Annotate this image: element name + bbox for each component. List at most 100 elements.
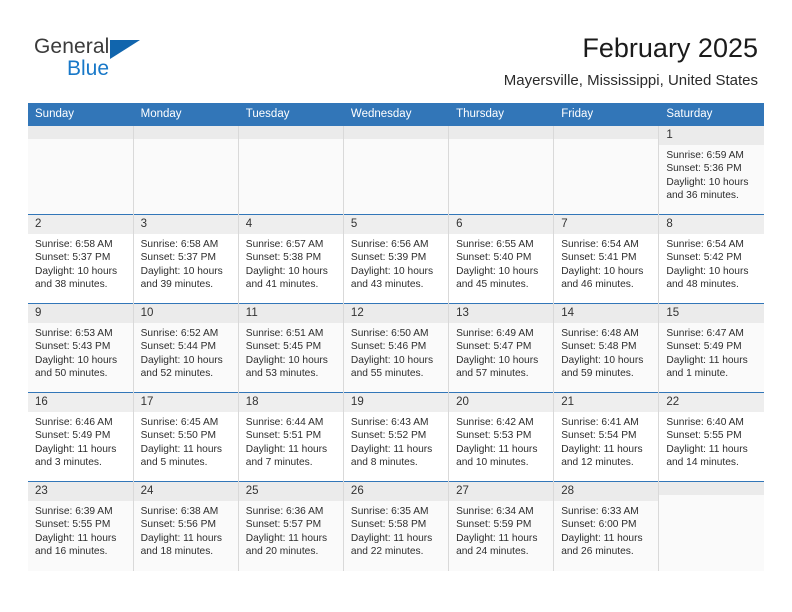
day-info-line: Sunrise: 6:54 AM bbox=[666, 239, 744, 250]
calendar-day-cell[interactable]: 18 Sunrise: 6:44 AM Sunset: 5:51 PM Dayligh… bbox=[238, 392, 344, 482]
day-info-line: Daylight: 11 hours bbox=[456, 443, 538, 455]
day-info-line: and 22 minutes. bbox=[350, 546, 424, 558]
day-info-line: and 8 minutes. bbox=[350, 457, 418, 469]
calendar-day-cell[interactable]: 25 Sunrise: 6:36 AM Sunset: 5:57 PM Dayligh… bbox=[238, 481, 344, 571]
day-sun-info: Sunrise: 6:48 AM Sunset: 5:48 PM Daylight:… bbox=[554, 323, 658, 381]
day-number bbox=[133, 126, 238, 139]
day-info-line: Sunrise: 6:46 AM bbox=[35, 417, 113, 428]
calendar-day-cell[interactable]: 27 Sunrise: 6:34 AM Sunset: 5:59 PM Dayligh… bbox=[448, 481, 555, 571]
calendar-day-cell[interactable]: 6 Sunrise: 6:55 AM Sunset: 5:40 PM Daylight… bbox=[448, 214, 555, 304]
calendar-day-cell[interactable]: 10 Sunrise: 6:52 AM Sunset: 5:44 PM Dayligh… bbox=[133, 303, 239, 393]
calendar-day-cell-empty bbox=[133, 125, 239, 215]
day-info-line: Sunrise: 6:35 AM bbox=[350, 506, 429, 517]
calendar-day-cell[interactable]: 28 Sunrise: 6:33 AM Sunset: 6:00 PM Dayligh… bbox=[553, 481, 660, 571]
calendar-day-cell-empty bbox=[448, 125, 555, 215]
calendar-day-cell[interactable]: 3 Sunrise: 6:58 AM Sunset: 5:37 PM Daylight… bbox=[133, 214, 239, 304]
calendar-day-cell[interactable]: 8 Sunrise: 6:54 AM Sunset: 5:42 PM Daylight… bbox=[658, 214, 764, 304]
day-sun-info: Sunrise: 6:39 AM Sunset: 5:55 PM Daylight:… bbox=[28, 501, 133, 559]
calendar-day-cell[interactable]: 4 Sunrise: 6:57 AM Sunset: 5:38 PM Daylight… bbox=[238, 214, 344, 304]
page-header: General Blue February 2025 Mayersville, … bbox=[0, 0, 792, 92]
day-info-line: Daylight: 10 hours bbox=[350, 354, 434, 366]
day-info-line: Sunset: 5:41 PM bbox=[561, 252, 637, 264]
day-info-line: Sunset: 5:40 PM bbox=[456, 252, 532, 264]
brand-logo[interactable]: General Blue bbox=[34, 30, 164, 86]
day-info-line: Sunrise: 6:40 AM bbox=[666, 417, 744, 428]
calendar-body: 1 Sunrise: 6:59 AM Sunset: 5:36 PM Daylight… bbox=[28, 125, 764, 571]
day-info-line: Daylight: 11 hours bbox=[456, 532, 538, 544]
day-info-line: Daylight: 10 hours bbox=[456, 265, 539, 277]
day-info-line: Sunset: 5:46 PM bbox=[350, 341, 427, 353]
calendar-day-cell[interactable]: 14 Sunrise: 6:48 AM Sunset: 5:48 PM Dayligh… bbox=[553, 303, 660, 393]
brand-name-general: General bbox=[34, 35, 110, 58]
day-sun-info: Sunrise: 6:33 AM Sunset: 6:00 PM Daylight:… bbox=[554, 501, 658, 559]
calendar-day-cell[interactable]: 11 Sunrise: 6:51 AM Sunset: 5:45 PM Dayligh… bbox=[238, 303, 344, 393]
day-sun-info: Sunrise: 6:51 AM Sunset: 5:45 PM Daylight:… bbox=[239, 323, 343, 381]
day-info-line: Sunrise: 6:44 AM bbox=[245, 417, 324, 428]
calendar-day-cell[interactable]: 21 Sunrise: 6:41 AM Sunset: 5:54 PM Dayligh… bbox=[553, 392, 660, 482]
calendar-day-cell[interactable]: 20 Sunrise: 6:42 AM Sunset: 5:53 PM Dayligh… bbox=[448, 392, 555, 482]
calendar-day-cell[interactable]: 24 Sunrise: 6:38 AM Sunset: 5:56 PM Dayligh… bbox=[133, 481, 239, 571]
day-info-line: Daylight: 10 hours bbox=[456, 354, 539, 366]
calendar-day-cell[interactable]: 15 Sunrise: 6:47 AM Sunset: 5:49 PM Dayligh… bbox=[658, 303, 764, 393]
day-info-line: Sunset: 5:53 PM bbox=[456, 430, 532, 442]
day-info-line: Sunrise: 6:58 AM bbox=[140, 239, 219, 250]
calendar-day-cell[interactable]: 26 Sunrise: 6:35 AM Sunset: 5:58 PM Dayligh… bbox=[343, 481, 450, 571]
day-number: 12 bbox=[343, 304, 449, 323]
day-info-line: Sunset: 5:54 PM bbox=[561, 430, 637, 442]
day-info-line: and 48 minutes. bbox=[666, 279, 739, 291]
day-number: 15 bbox=[659, 304, 764, 323]
calendar-day-cell[interactable]: 12 Sunrise: 6:50 AM Sunset: 5:46 PM Dayligh… bbox=[343, 303, 450, 393]
weekday-header-friday: Friday bbox=[553, 103, 660, 126]
day-info-line: Sunrise: 6:33 AM bbox=[561, 506, 639, 517]
day-sun-info: Sunrise: 6:35 AM Sunset: 5:58 PM Daylight:… bbox=[344, 501, 448, 559]
day-number: 5 bbox=[343, 215, 449, 234]
calendar-day-cell[interactable]: 7 Sunrise: 6:54 AM Sunset: 5:41 PM Daylight… bbox=[553, 214, 660, 304]
day-number: 6 bbox=[449, 215, 554, 234]
calendar-day-cell[interactable]: 22 Sunrise: 6:40 AM Sunset: 5:55 PM Dayligh… bbox=[658, 392, 764, 482]
day-sun-info: Sunrise: 6:38 AM Sunset: 5:56 PM Daylight:… bbox=[134, 501, 238, 559]
calendar-table: Sunday Monday Tuesday Wednesday Thursday Frid… bbox=[28, 103, 764, 571]
day-info-line: Sunset: 5:49 PM bbox=[666, 341, 742, 353]
brand-name-blue: Blue bbox=[67, 57, 110, 80]
calendar-day-cell[interactable]: 9 Sunrise: 6:53 AM Sunset: 5:43 PM Daylight… bbox=[28, 303, 134, 393]
day-number: 20 bbox=[449, 393, 554, 412]
weekday-header-wednesday: Wednesday bbox=[343, 103, 450, 126]
day-sun-info: Sunrise: 6:54 AM Sunset: 5:42 PM Daylight:… bbox=[659, 234, 764, 292]
day-info-line: and 16 minutes. bbox=[35, 546, 108, 558]
day-info-line: Daylight: 10 hours bbox=[245, 265, 328, 277]
day-info-line: Daylight: 10 hours bbox=[140, 354, 223, 366]
weekday-header-tuesday: Tuesday bbox=[238, 103, 344, 126]
calendar-day-cell-empty bbox=[343, 125, 450, 215]
day-info-line: and 39 minutes. bbox=[140, 279, 214, 291]
day-info-line: Sunrise: 6:45 AM bbox=[140, 417, 219, 428]
day-info-line: and 50 minutes. bbox=[35, 368, 108, 380]
day-number: 17 bbox=[133, 393, 238, 412]
day-number: 26 bbox=[343, 482, 449, 501]
calendar-day-cell[interactable]: 23 Sunrise: 6:39 AM Sunset: 5:55 PM Dayligh… bbox=[28, 481, 134, 571]
day-info-line: Daylight: 11 hours bbox=[245, 443, 328, 455]
day-sun-info: Sunrise: 6:59 AM Sunset: 5:36 PM Daylight:… bbox=[659, 145, 764, 203]
day-sun-info: Sunrise: 6:52 AM Sunset: 5:44 PM Daylight:… bbox=[134, 323, 238, 381]
day-number: 27 bbox=[449, 482, 554, 501]
weekday-header-monday: Monday bbox=[133, 103, 239, 126]
calendar-day-cell[interactable]: 5 Sunrise: 6:56 AM Sunset: 5:39 PM Daylight… bbox=[343, 214, 450, 304]
day-info-line: Sunrise: 6:50 AM bbox=[350, 328, 429, 339]
day-info-line: Sunrise: 6:49 AM bbox=[456, 328, 534, 339]
day-sun-info: Sunrise: 6:46 AM Sunset: 5:49 PM Daylight:… bbox=[28, 412, 133, 470]
title-block: February 2025 Mayersville, Mississippi, … bbox=[504, 30, 758, 92]
calendar-header-row: Sunday Monday Tuesday Wednesday Thursday Frid… bbox=[28, 103, 764, 126]
calendar-day-cell[interactable]: 16 Sunrise: 6:46 AM Sunset: 5:49 PM Dayligh… bbox=[28, 392, 134, 482]
weekday-header-sunday: Sunday bbox=[28, 103, 134, 126]
day-sun-info: Sunrise: 6:56 AM Sunset: 5:39 PM Daylight:… bbox=[344, 234, 448, 292]
day-sun-info: Sunrise: 6:45 AM Sunset: 5:50 PM Daylight:… bbox=[134, 412, 238, 470]
day-number bbox=[28, 126, 133, 139]
day-number: 9 bbox=[28, 304, 133, 323]
calendar-day-cell[interactable]: 13 Sunrise: 6:49 AM Sunset: 5:47 PM Dayligh… bbox=[448, 303, 555, 393]
day-info-line: Sunset: 5:38 PM bbox=[245, 252, 322, 264]
calendar-day-cell[interactable]: 1 Sunrise: 6:59 AM Sunset: 5:36 PM Daylight… bbox=[658, 125, 764, 215]
day-sun-info: Sunrise: 6:42 AM Sunset: 5:53 PM Daylight:… bbox=[449, 412, 553, 470]
day-info-line: Sunset: 5:59 PM bbox=[456, 519, 532, 531]
calendar-day-cell[interactable]: 19 Sunrise: 6:43 AM Sunset: 5:52 PM Dayligh… bbox=[343, 392, 450, 482]
calendar-day-cell[interactable]: 2 Sunrise: 6:58 AM Sunset: 5:37 PM Daylight… bbox=[28, 214, 134, 304]
calendar-day-cell[interactable]: 17 Sunrise: 6:45 AM Sunset: 5:50 PM Dayligh… bbox=[133, 392, 239, 482]
